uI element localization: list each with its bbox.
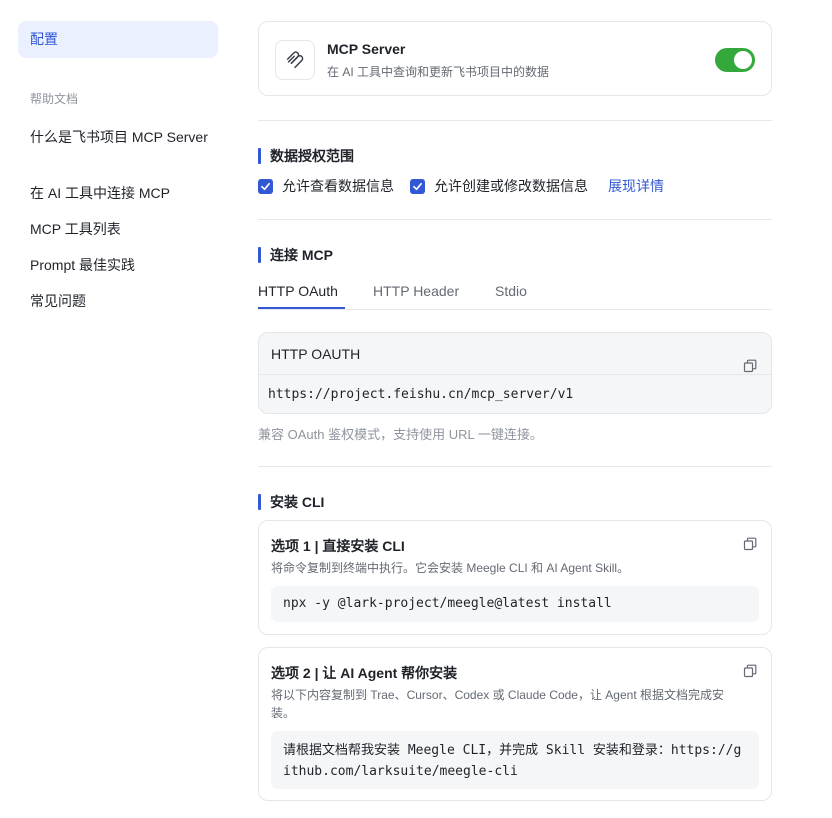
copy-icon[interactable] [743,347,757,373]
install-option-1-card: 选项 1 | 直接安装 CLI 将命令复制到终端中执行。它会安装 Meegle … [258,520,772,635]
copy-icon[interactable] [743,664,757,678]
sidebar-item-what-is-mcp[interactable]: 什么是飞书项目 MCP Server [30,127,210,147]
option-2-prompt[interactable]: 请根据文档帮我安装 Meegle CLI，并完成 Skill 安装和登录：htt… [271,731,759,789]
sidebar-group-title: 帮助文档 [30,92,79,106]
option-1-command[interactable]: npx -y @lark-project/meegle@latest insta… [271,586,759,622]
server-description: 在 AI 工具中查询和更新飞书项目中的数据 [327,65,550,79]
option-2-description: 将以下内容复制到 Trae、Cursor、Codex 或 Claude Code… [271,688,725,720]
oauth-box-title: HTTP OAUTH [271,346,361,362]
server-enable-toggle[interactable] [715,48,755,72]
details-link[interactable]: 展现详情 [608,176,664,196]
read-permission-checkbox[interactable] [258,178,273,194]
connect-tabs: HTTP OAuth HTTP Header Stdio [258,282,772,310]
option-1-title: 选项 1 | 直接安装 CLI [271,538,405,554]
oauth-hint: 兼容 OAuth 鉴权模式，支持使用 URL 一键连接。 [258,427,543,442]
toggle-knob [734,51,752,69]
tab-stdio[interactable]: Stdio [495,282,527,300]
permissions-row: 允许查看数据信息 允许创建或修改数据信息 展现详情 [258,176,664,196]
sidebar-item-faq[interactable]: 常见问题 [30,291,210,311]
write-permission-checkbox[interactable] [410,178,425,194]
connect-title: 连接 MCP [258,247,333,263]
active-tab-indicator [258,307,345,309]
write-permission-label: 允许创建或修改数据信息 [434,178,588,194]
sidebar-item-tool-list[interactable]: MCP 工具列表 [30,219,210,239]
sidebar-item-config[interactable]: 配置 [18,21,218,58]
copy-icon[interactable] [743,537,757,551]
install-title: 安装 CLI [258,494,324,510]
sidebar-item-connect-mcp[interactable]: 在 AI 工具中连接 MCP [30,183,210,203]
install-option-2-card: 选项 2 | 让 AI Agent 帮你安装 将以下内容复制到 Trae、Cur… [258,647,772,801]
mcp-logo-icon [275,40,315,80]
read-permission-label: 允许查看数据信息 [282,178,394,194]
option-2-title: 选项 2 | 让 AI Agent 帮你安装 [271,665,458,681]
option-1-description: 将命令复制到终端中执行。它会安装 Meegle CLI 和 AI Agent S… [271,561,630,575]
tab-http-oauth[interactable]: HTTP OAuth [258,282,338,300]
oauth-box-header: HTTP OAUTH [259,333,771,375]
server-title: MCP Server [327,41,406,57]
sidebar: 配置 帮助文档 什么是飞书项目 MCP Server 在 AI 工具中连接 MC… [0,0,236,818]
divider [258,120,772,121]
divider [258,219,772,220]
mcp-server-card: MCP Server 在 AI 工具中查询和更新飞书项目中的数据 [258,21,772,96]
divider [258,466,772,467]
sidebar-item-prompt-practice[interactable]: Prompt 最佳实践 [30,255,210,275]
oauth-url-value[interactable]: https://project.feishu.cn/mcp_server/v1 [259,375,771,413]
tab-http-header[interactable]: HTTP Header [373,282,459,300]
oauth-url-box: HTTP OAUTH https://project.feishu.cn/mcp… [258,332,772,414]
permissions-title: 数据授权范围 [258,148,354,164]
